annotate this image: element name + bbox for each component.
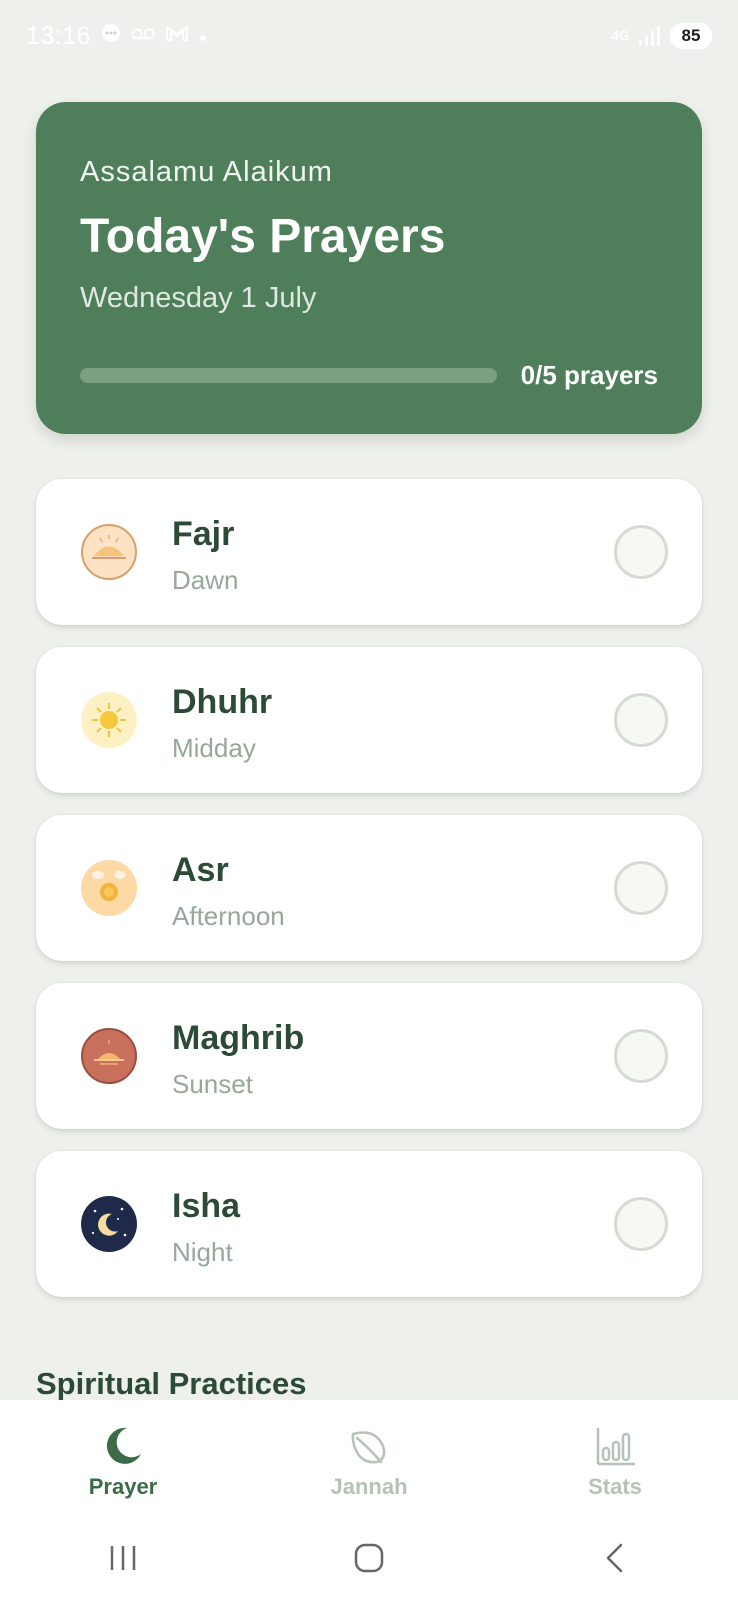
current-date: Wednesday 1 July bbox=[80, 282, 317, 314]
leaf-icon bbox=[347, 1424, 391, 1468]
prayer-name: Dhuhr bbox=[172, 683, 273, 721]
back-button[interactable] bbox=[585, 1536, 645, 1580]
bar-chart-icon bbox=[593, 1424, 637, 1468]
notification-dot-icon bbox=[199, 25, 207, 48]
system-nav-bar bbox=[0, 1516, 738, 1600]
nav-label: Stats bbox=[588, 1474, 642, 1499]
prayer-name: Fajr bbox=[172, 515, 235, 553]
prayer-subtitle: Sunset bbox=[172, 1069, 253, 1099]
progress-row: 0/5 prayers bbox=[80, 360, 658, 391]
sun-icon bbox=[80, 691, 138, 749]
nav-item-prayer[interactable]: Prayer bbox=[0, 1400, 246, 1516]
nav-label: Jannah bbox=[330, 1474, 408, 1499]
recent-apps-button[interactable] bbox=[93, 1536, 153, 1580]
status-right: 4G 85 bbox=[612, 23, 712, 49]
prayer-checkbox[interactable] bbox=[614, 1197, 668, 1251]
battery-indicator: 85 bbox=[670, 23, 712, 49]
prayer-card-isha[interactable]: Isha Night bbox=[36, 1151, 702, 1297]
nav-item-stats[interactable]: Stats bbox=[492, 1400, 738, 1516]
afternoon-sun-icon bbox=[80, 859, 138, 917]
prayer-checkbox[interactable] bbox=[614, 693, 668, 747]
prayer-name: Maghrib bbox=[172, 1019, 305, 1057]
moon-night-icon bbox=[80, 1195, 138, 1253]
prayer-subtitle: Afternoon bbox=[172, 901, 285, 931]
prayer-card-fajr[interactable]: Fajr Dawn bbox=[36, 479, 702, 625]
prayer-name: Asr bbox=[172, 851, 229, 889]
prayer-subtitle: Dawn bbox=[172, 565, 239, 595]
signal-icon bbox=[639, 26, 660, 46]
prayer-name: Isha bbox=[172, 1187, 241, 1225]
prayer-card-maghrib[interactable]: Maghrib Sunset bbox=[36, 983, 702, 1129]
voicemail-icon bbox=[131, 25, 155, 48]
prayer-subtitle: Night bbox=[172, 1237, 233, 1267]
gmail-icon bbox=[165, 24, 189, 48]
prayer-card-dhuhr[interactable]: Dhuhr Midday bbox=[36, 647, 702, 793]
prayer-checkbox[interactable] bbox=[614, 861, 668, 915]
prayer-card-asr[interactable]: Asr Afternoon bbox=[36, 815, 702, 961]
page-title: Today's Prayers bbox=[80, 210, 446, 263]
header-card: Assalamu Alaikum Today's Prayers Wednesd… bbox=[36, 102, 702, 434]
status-time: 13:16 bbox=[26, 21, 92, 50]
status-bar: 13:16 4G 85 bbox=[0, 0, 738, 72]
progress-text: 0/5 prayers bbox=[520, 360, 658, 390]
chat-bubble-icon bbox=[101, 23, 121, 49]
sunset-icon bbox=[80, 1027, 138, 1085]
section-title: Spiritual Practices bbox=[36, 1366, 307, 1401]
prayer-subtitle: Midday bbox=[172, 733, 256, 763]
app-screen: 13:16 4G 85 Assalamu Alaikum Today's Pra bbox=[0, 0, 738, 1600]
status-left: 13:16 bbox=[26, 22, 207, 51]
bottom-nav: Prayer Jannah Stats bbox=[0, 1400, 738, 1516]
progress-bar bbox=[80, 368, 497, 383]
prayer-checkbox[interactable] bbox=[614, 1029, 668, 1083]
nav-label: Prayer bbox=[88, 1474, 158, 1499]
network-type: 4G bbox=[611, 28, 629, 43]
home-button[interactable] bbox=[339, 1536, 399, 1580]
nav-item-jannah[interactable]: Jannah bbox=[246, 1400, 492, 1516]
prayer-checkbox[interactable] bbox=[614, 525, 668, 579]
greeting: Assalamu Alaikum bbox=[80, 156, 333, 188]
crescent-moon-icon bbox=[101, 1424, 145, 1468]
prayer-list: Fajr Dawn Dhuhr Midday Asr Afternoon Mag… bbox=[36, 479, 702, 1319]
dawn-icon bbox=[80, 523, 138, 581]
